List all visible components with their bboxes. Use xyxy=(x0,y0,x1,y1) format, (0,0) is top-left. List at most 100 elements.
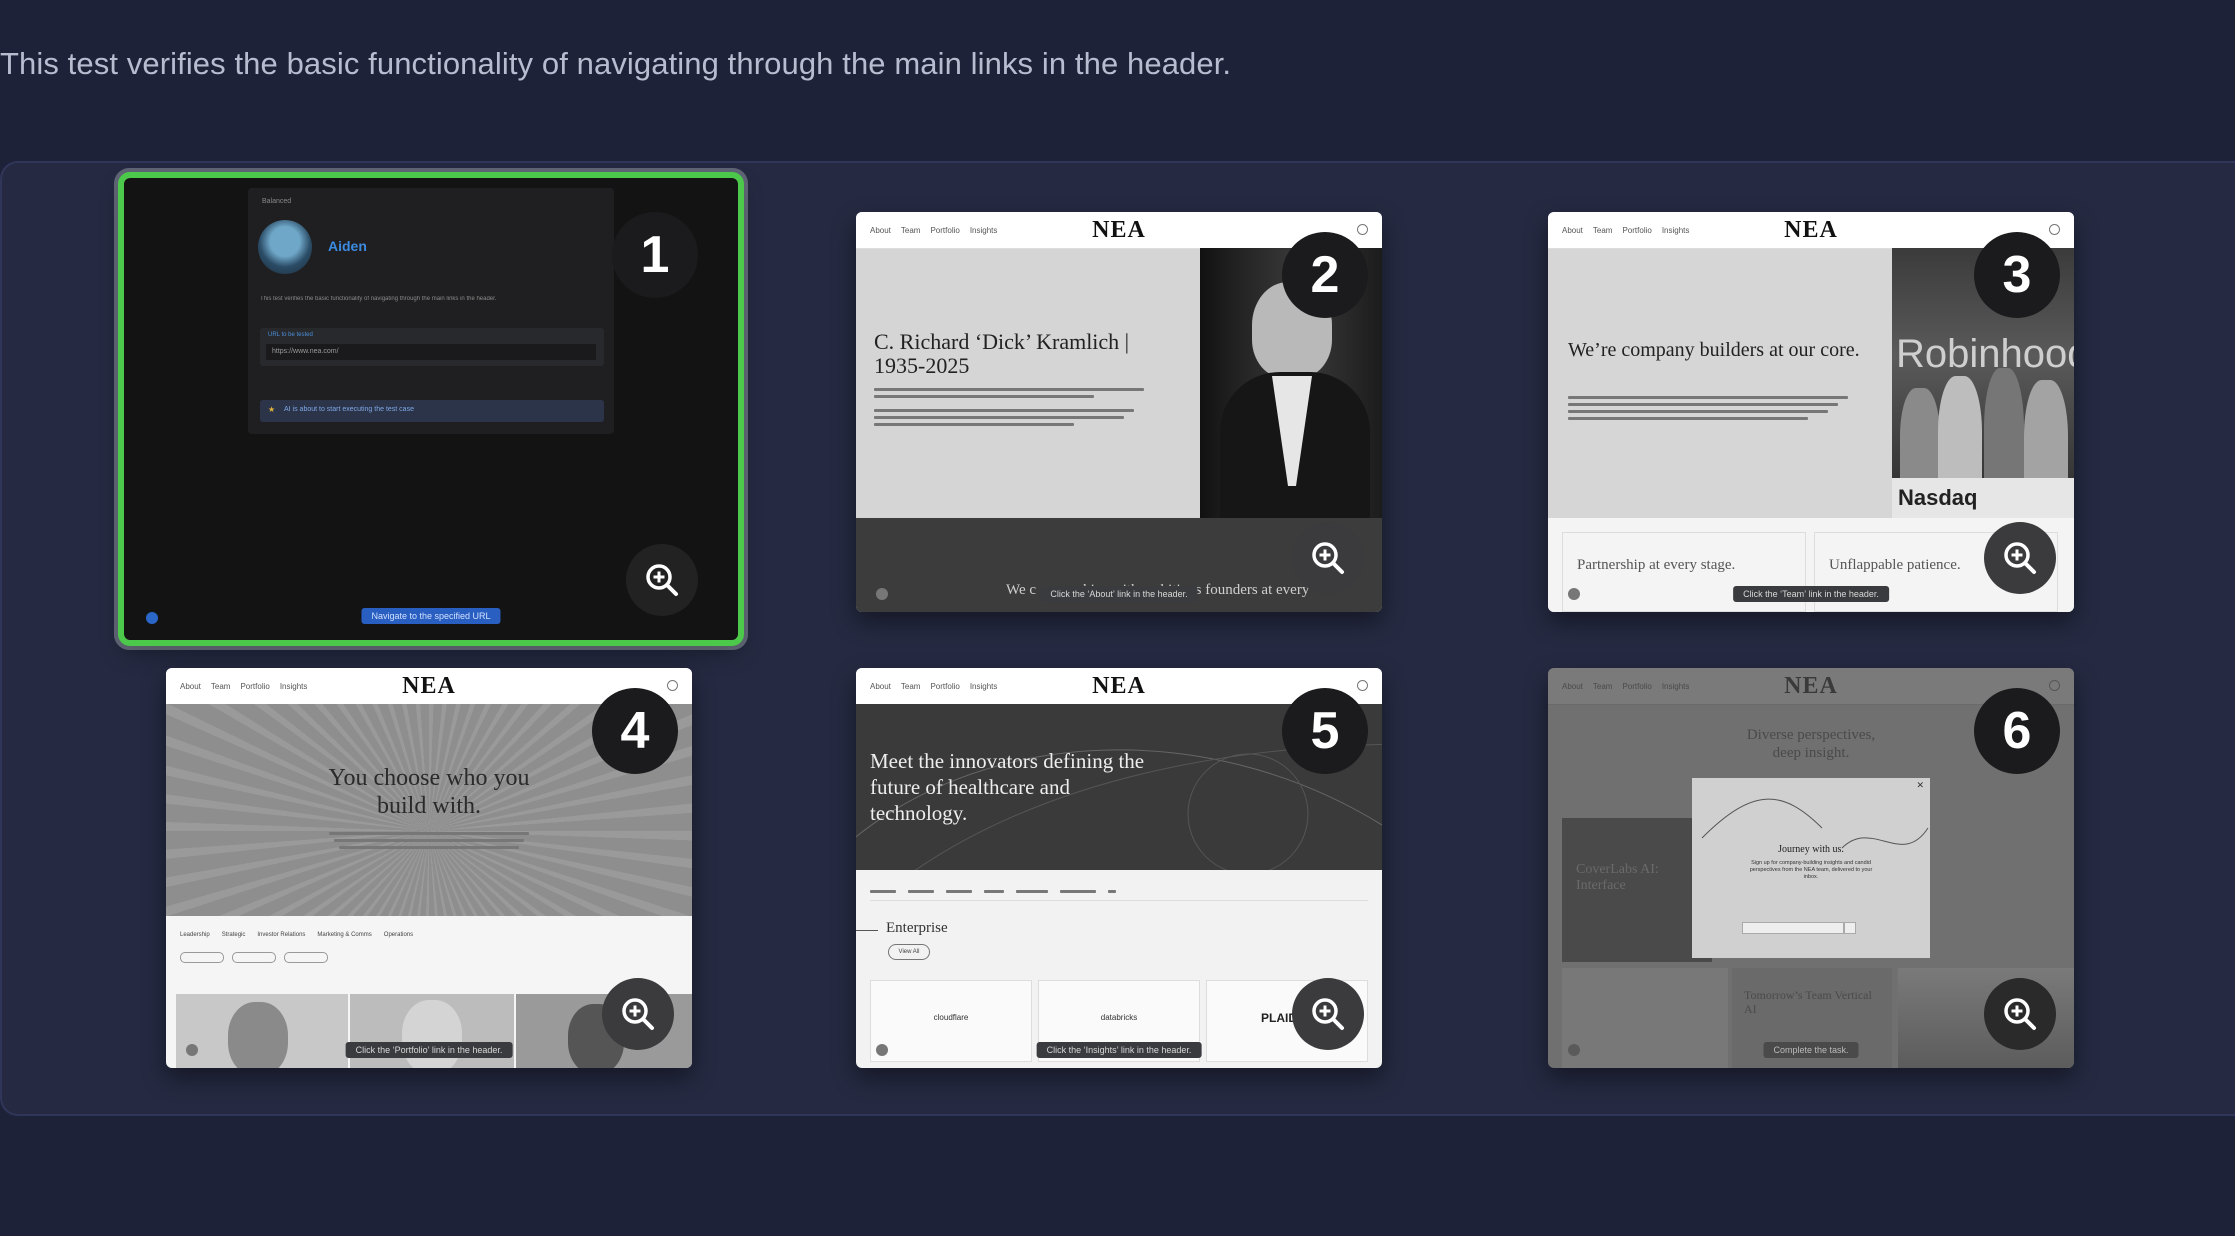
nav-link-about[interactable]: About xyxy=(1562,226,1583,235)
nav-link-about[interactable]: About xyxy=(870,682,891,691)
url-label: URL to be tested xyxy=(268,332,313,338)
step-caption: Complete the task. xyxy=(1763,1042,1859,1058)
info-icon xyxy=(1568,1044,1580,1056)
filter-chip[interactable] xyxy=(232,952,276,963)
nav-link-team[interactable]: Team xyxy=(211,682,231,691)
filter-tabs: Leadership Strategic Investor Relations … xyxy=(180,932,413,938)
close-icon[interactable]: ✕ xyxy=(1916,780,1924,791)
site-logo[interactable]: NEA xyxy=(402,673,456,700)
info-icon xyxy=(876,588,888,600)
step-card-2[interactable]: About Team Portfolio Insights NEA C. Ric… xyxy=(856,212,1382,612)
search-icon[interactable] xyxy=(1357,224,1368,235)
nav-link-portfolio[interactable]: Portfolio xyxy=(1622,682,1651,691)
brand-label: Balanced xyxy=(262,198,292,205)
nav-link-team[interactable]: Team xyxy=(901,226,921,235)
zoom-in-icon xyxy=(1312,542,1344,574)
site-logo[interactable]: NEA xyxy=(1784,673,1838,700)
hero-body-text xyxy=(329,832,529,853)
zoom-button[interactable] xyxy=(626,544,698,616)
zoom-in-icon xyxy=(2004,998,2036,1030)
nav-link-team[interactable]: Team xyxy=(1593,682,1613,691)
step-card-4[interactable]: About Team Portfolio Insights NEA You ch… xyxy=(166,668,692,1068)
site-nav: About Team Portfolio Insights xyxy=(1562,682,1689,691)
nav-link-portfolio[interactable]: Portfolio xyxy=(930,682,959,691)
nav-link-insights[interactable]: Insights xyxy=(1662,226,1690,235)
zoom-button[interactable] xyxy=(1292,522,1364,594)
info-icon xyxy=(146,612,158,624)
nav-link-insights[interactable]: Insights xyxy=(1662,682,1690,691)
nav-link-insights[interactable]: Insights xyxy=(280,682,308,691)
zoom-button[interactable] xyxy=(1292,978,1364,1050)
company-logo-card[interactable]: cloudflare xyxy=(870,980,1032,1062)
status-bar: ★ AI is about to start executing the tes… xyxy=(260,400,604,422)
step-number-badge: 1 xyxy=(612,212,698,298)
step-card-6[interactable]: About Team Portfolio Insights NEA Divers… xyxy=(1548,668,2074,1068)
filter-strategic[interactable]: Strategic xyxy=(222,932,246,938)
zoom-button[interactable] xyxy=(1984,522,2056,594)
site-nav: About Team Portfolio Insights xyxy=(870,226,997,235)
nav-link-portfolio[interactable]: Portfolio xyxy=(1622,226,1651,235)
nav-link-about[interactable]: About xyxy=(870,226,891,235)
step-card-5[interactable]: About Team Portfolio Insights NEA Meet t… xyxy=(856,668,1382,1068)
screenshot-gallery: Balanced Aiden This test verifies the ba… xyxy=(0,161,2235,1116)
step-caption: Click the ‘Insights’ link in the header. xyxy=(1036,1042,1202,1058)
step-card-1[interactable]: Balanced Aiden This test verifies the ba… xyxy=(118,172,744,646)
status-icon: ★ xyxy=(268,405,276,414)
filter-leadership[interactable]: Leadership xyxy=(180,932,210,938)
step-number-badge: 6 xyxy=(1974,688,2060,774)
zoom-button[interactable] xyxy=(602,978,674,1050)
subscribe-button[interactable] xyxy=(1844,922,1856,934)
hero-headline: You choose who you build with. xyxy=(328,765,530,819)
nav-link-team[interactable]: Team xyxy=(901,682,921,691)
site-logo[interactable]: NEA xyxy=(1092,673,1146,700)
agent-name: Aiden xyxy=(328,238,367,254)
view-all-button[interactable]: View All xyxy=(888,944,930,960)
url-box: URL to be tested https://www.nea.com/ xyxy=(260,328,604,366)
info-icon xyxy=(1568,588,1580,600)
section-arrow xyxy=(856,930,878,931)
site-logo[interactable]: NEA xyxy=(1784,217,1838,244)
zoom-in-icon xyxy=(622,998,654,1030)
nav-link-portfolio[interactable]: Portfolio xyxy=(240,682,269,691)
step-number-badge: 3 xyxy=(1974,232,2060,318)
zoom-in-icon xyxy=(646,564,678,596)
step-caption: Click the ‘Portfolio’ link in the header… xyxy=(345,1042,513,1058)
nav-link-portfolio[interactable]: Portfolio xyxy=(930,226,959,235)
site-logo[interactable]: NEA xyxy=(1092,217,1146,244)
team-photo xyxy=(176,994,348,1068)
search-icon[interactable] xyxy=(667,680,678,691)
hero-body-text xyxy=(1568,396,1848,424)
zoom-in-icon xyxy=(1312,998,1344,1030)
filter-chip[interactable] xyxy=(180,952,224,963)
hero-headline: C. Richard ‘Dick’ Kramlich | 1935-2025 xyxy=(874,329,1130,378)
search-icon[interactable] xyxy=(2049,224,2060,235)
hero-body-text xyxy=(874,388,1144,430)
category-tabs xyxy=(870,890,1368,901)
filter-chips xyxy=(180,950,328,968)
filter-chip[interactable] xyxy=(284,952,328,963)
nav-link-team[interactable]: Team xyxy=(1593,226,1613,235)
nav-link-insights[interactable]: Insights xyxy=(970,682,998,691)
nav-link-insights[interactable]: Insights xyxy=(970,226,998,235)
filter-operations[interactable]: Operations xyxy=(384,932,413,938)
section-title: Enterprise xyxy=(886,920,948,936)
email-field[interactable] xyxy=(1742,922,1844,934)
site-nav: About Team Portfolio Insights xyxy=(180,682,307,691)
nav-link-about[interactable]: About xyxy=(1562,682,1583,691)
photo-brand-text: Robinhood xyxy=(1896,332,2074,376)
zoom-button[interactable] xyxy=(1984,978,2056,1050)
filter-marketing[interactable]: Marketing & Comms xyxy=(317,932,371,938)
step-number-badge: 5 xyxy=(1282,688,1368,774)
step-caption: Click the ‘Team’ link in the header. xyxy=(1733,586,1889,602)
nav-link-about[interactable]: About xyxy=(180,682,201,691)
test-description: This test verifies the basic functionali… xyxy=(0,46,1232,81)
step-card-3[interactable]: About Team Portfolio Insights NEA We’re … xyxy=(1548,212,2074,612)
filter-investor-relations[interactable]: Investor Relations xyxy=(257,932,305,938)
hero-headline: Diverse perspectives, deep insight. xyxy=(1746,727,1876,761)
search-icon[interactable] xyxy=(2049,680,2060,691)
hero-headline: We’re company builders at our core. xyxy=(1568,339,1860,361)
url-field[interactable]: https://www.nea.com/ xyxy=(266,344,596,360)
search-icon[interactable] xyxy=(1357,680,1368,691)
info-icon xyxy=(186,1044,198,1056)
modal-title: Journey with us. xyxy=(1778,844,1844,855)
